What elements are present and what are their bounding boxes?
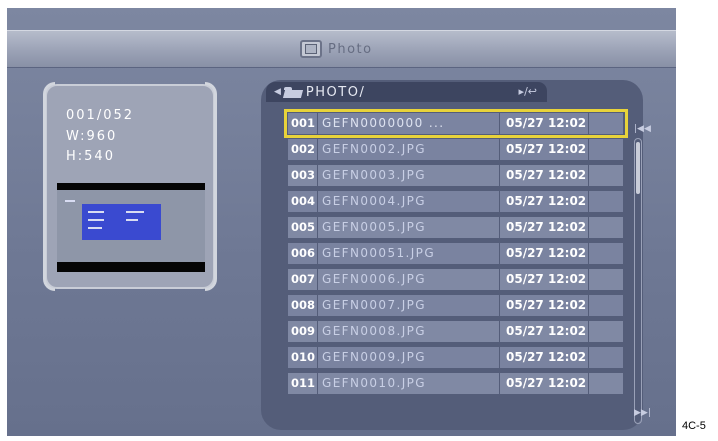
file-number: 005 bbox=[288, 217, 317, 238]
scrollbar[interactable] bbox=[634, 138, 642, 424]
file-name: GEFN0009.JPG bbox=[318, 347, 499, 368]
file-row[interactable]: 003 GEFN0003.JPG 05/27 12:02 bbox=[288, 165, 624, 186]
path-bar: ◀ PHOTO/ ▸/↩ bbox=[266, 82, 547, 102]
file-date: 05/27 12:02 bbox=[500, 347, 588, 368]
file-row[interactable]: 002 GEFN0002.JPG 05/27 12:02 bbox=[288, 139, 624, 160]
row-end-cell bbox=[589, 217, 623, 238]
row-end-cell bbox=[589, 191, 623, 212]
file-date: 05/27 12:02 bbox=[500, 191, 588, 212]
file-date: 05/27 12:02 bbox=[500, 295, 588, 316]
bracket-right bbox=[205, 82, 217, 291]
skip-down-icon[interactable]: ▶▶| bbox=[634, 408, 651, 418]
row-end-cell bbox=[589, 165, 623, 186]
file-date: 05/27 12:02 bbox=[500, 139, 588, 160]
file-row[interactable]: 008 GEFN0007.JPG 05/27 12:02 bbox=[288, 295, 624, 316]
file-number: 003 bbox=[288, 165, 317, 186]
file-name: GEFN0010.JPG bbox=[318, 373, 499, 394]
file-number: 007 bbox=[288, 269, 317, 290]
title-group: Photo bbox=[300, 38, 373, 60]
file-number: 006 bbox=[288, 243, 317, 264]
file-name: GEFN0000000 ... bbox=[318, 113, 499, 134]
file-number: 002 bbox=[288, 139, 317, 160]
figure-caption: 4C-5 bbox=[682, 420, 706, 432]
header-bar: Photo bbox=[7, 30, 676, 68]
file-date: 05/27 12:02 bbox=[500, 321, 588, 342]
row-end-cell bbox=[589, 373, 623, 394]
scrollbar-thumb[interactable] bbox=[636, 142, 640, 194]
skip-up-icon[interactable]: |◀◀ bbox=[634, 124, 651, 134]
folder-icon bbox=[283, 86, 302, 98]
file-row[interactable]: 006 GEFN00051.JPG 05/27 12:02 bbox=[288, 243, 624, 264]
file-row[interactable]: 004 GEFN0004.JPG 05/27 12:02 bbox=[288, 191, 624, 212]
info-panel: 001/052 W:960 H:540 bbox=[43, 82, 217, 291]
file-index: 001/052 bbox=[66, 108, 135, 123]
screen: Photo 001/052 W:960 H:540 ◀ PHOTO/ ▸/↩ 0… bbox=[7, 8, 676, 436]
file-name: GEFN0002.JPG bbox=[318, 139, 499, 160]
row-end-cell bbox=[589, 321, 623, 342]
row-end-cell bbox=[589, 113, 623, 134]
file-name: GEFN0003.JPG bbox=[318, 165, 499, 186]
file-date: 05/27 12:02 bbox=[500, 113, 588, 134]
file-date: 05/27 12:02 bbox=[500, 217, 588, 238]
image-height: H:540 bbox=[66, 149, 115, 164]
row-end-cell bbox=[589, 347, 623, 368]
row-end-cell bbox=[589, 295, 623, 316]
photo-icon bbox=[300, 40, 322, 58]
file-row[interactable]: 009 GEFN0008.JPG 05/27 12:02 bbox=[288, 321, 624, 342]
file-name: GEFN0005.JPG bbox=[318, 217, 499, 238]
file-date: 05/27 12:02 bbox=[500, 269, 588, 290]
file-date: 05/27 12:02 bbox=[500, 165, 588, 186]
page-title: Photo bbox=[328, 41, 373, 57]
file-list: 001 GEFN0000000 ... 05/27 12:02 002 GEFN0002… bbox=[284, 109, 628, 399]
file-name: GEFN00051.JPG bbox=[318, 243, 499, 264]
file-number: 010 bbox=[288, 347, 317, 368]
image-width: W:960 bbox=[66, 129, 118, 144]
file-row[interactable]: 005 GEFN0005.JPG 05/27 12:02 bbox=[288, 217, 624, 238]
nav-left-arrow-icon[interactable]: ◀ bbox=[274, 87, 281, 97]
bracket-left bbox=[43, 82, 55, 291]
file-date: 05/27 12:02 bbox=[500, 243, 588, 264]
file-name: GEFN0006.JPG bbox=[318, 269, 499, 290]
file-number: 001 bbox=[288, 113, 317, 134]
file-number: 004 bbox=[288, 191, 317, 212]
file-number: 008 bbox=[288, 295, 317, 316]
preview-thumbnail bbox=[57, 183, 205, 272]
row-end-cell bbox=[589, 269, 623, 290]
current-path: PHOTO/ bbox=[305, 84, 366, 100]
row-end-cell bbox=[589, 139, 623, 160]
row-end-cell bbox=[589, 243, 623, 264]
file-name: GEFN0004.JPG bbox=[318, 191, 499, 212]
return-icon[interactable]: ▸/↩ bbox=[519, 85, 537, 98]
file-row[interactable]: 007 GEFN0006.JPG 05/27 12:02 bbox=[288, 269, 624, 290]
file-name: GEFN0007.JPG bbox=[318, 295, 499, 316]
file-name: GEFN0008.JPG bbox=[318, 321, 499, 342]
file-row[interactable]: 010 GEFN0009.JPG 05/27 12:02 bbox=[288, 347, 624, 368]
file-number: 011 bbox=[288, 373, 317, 394]
file-row[interactable]: 001 GEFN0000000 ... 05/27 12:02 bbox=[284, 109, 628, 138]
file-number: 009 bbox=[288, 321, 317, 342]
file-date: 05/27 12:02 bbox=[500, 373, 588, 394]
file-row[interactable]: 011 GEFN0010.JPG 05/27 12:02 bbox=[288, 373, 624, 394]
